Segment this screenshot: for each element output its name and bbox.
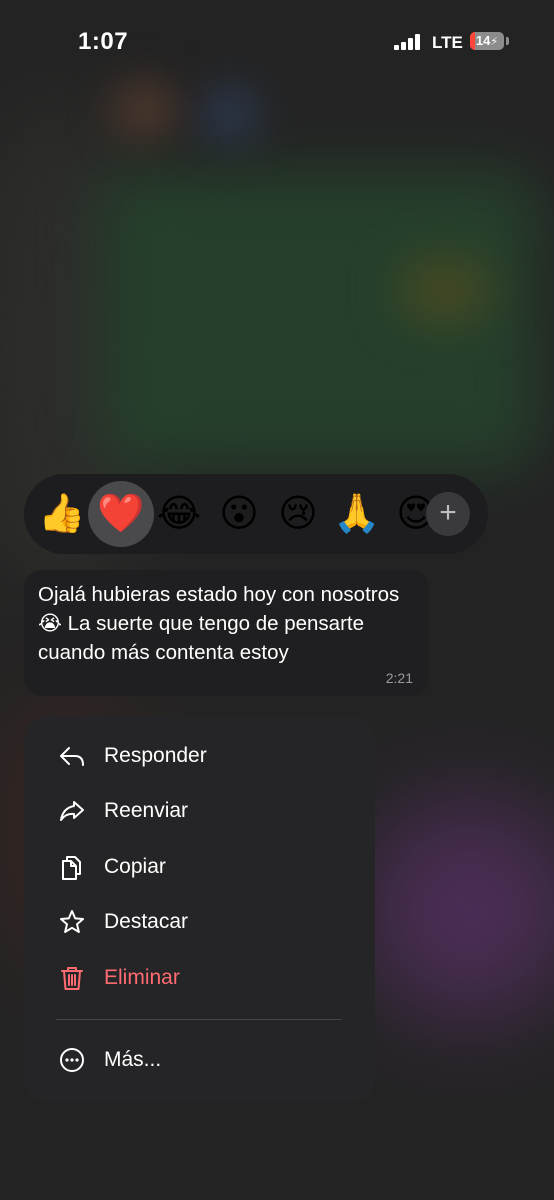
menu-item-label: Destacar bbox=[104, 910, 189, 933]
more-reactions-button[interactable]: + bbox=[426, 492, 470, 536]
menu-item-label: Más... bbox=[104, 1048, 162, 1071]
forward-icon bbox=[60, 801, 84, 821]
charging-bolt-icon: ⚡ bbox=[490, 36, 499, 48]
menu-divider bbox=[56, 1019, 342, 1020]
menu-item-label: Responder bbox=[104, 744, 207, 767]
reaction-picker: 👍 ❤️ 😂 😮 😢 🙏 😍 bbox=[24, 474, 488, 554]
reaction-tears-of-joy[interactable]: 😂 bbox=[151, 486, 207, 542]
menu-item-delete[interactable]: Eliminar bbox=[24, 952, 375, 1008]
menu-item-more[interactable]: Más... bbox=[24, 1034, 375, 1090]
menu-item-reply[interactable]: Responder bbox=[24, 730, 375, 786]
message-context-menu: Responder Reenviar Copiar Destacar Elimi… bbox=[24, 716, 375, 1102]
copy-icon bbox=[62, 856, 81, 880]
cellular-signal-icon bbox=[394, 34, 422, 50]
menu-item-label: Reenviar bbox=[104, 799, 189, 822]
more-icon bbox=[60, 1048, 84, 1072]
reaction-thumbs-up[interactable]: 👍 bbox=[34, 486, 90, 542]
menu-item-star[interactable]: Destacar bbox=[24, 896, 375, 952]
battery-icon: 14⚡ bbox=[470, 32, 504, 50]
menu-item-label: Eliminar bbox=[104, 966, 180, 989]
reaction-open-mouth[interactable]: 😮 bbox=[211, 486, 267, 542]
status-bar: 1:07 LTE 14⚡ bbox=[0, 0, 554, 84]
menu-item-copy[interactable]: Copiar bbox=[24, 841, 375, 897]
reaction-red-heart[interactable]: ❤️ bbox=[88, 481, 154, 547]
message-time: 2:21 bbox=[385, 670, 413, 686]
menu-item-label: Copiar bbox=[104, 855, 166, 878]
message-text: Ojalá hubieras estado hoy con nosotros 😭… bbox=[38, 583, 400, 664]
reply-icon bbox=[60, 747, 84, 766]
reaction-folded-hands[interactable]: 🙏 bbox=[329, 486, 385, 542]
battery-level: 14 bbox=[475, 33, 491, 48]
trash-icon bbox=[61, 967, 83, 990]
status-time: 1:07 bbox=[78, 28, 129, 55]
network-type: LTE bbox=[432, 33, 463, 52]
menu-item-forward[interactable]: Reenviar bbox=[24, 785, 375, 841]
reaction-crying[interactable]: 😢 bbox=[270, 486, 326, 542]
message-bubble[interactable]: Ojalá hubieras estado hoy con nosotros 😭… bbox=[24, 570, 429, 696]
star-icon bbox=[60, 910, 84, 933]
